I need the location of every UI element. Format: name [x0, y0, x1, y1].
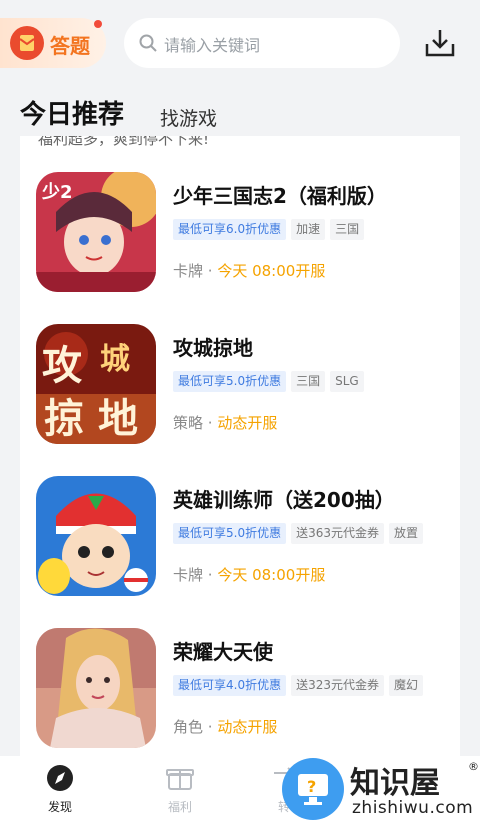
- server-open-time: 今天 08:00开服: [217, 262, 326, 280]
- discount-tag: 最低可享5.0折优惠: [173, 523, 287, 544]
- gift-box-icon: [148, 764, 212, 796]
- game-thumbnail: [36, 628, 156, 748]
- discount-tag: 最低可享5.0折优惠: [173, 371, 287, 392]
- game-genre: 卡牌: [173, 566, 204, 584]
- game-thumbnail: 攻 城 掠 地: [36, 324, 156, 444]
- game-title: 攻城掠地: [173, 336, 253, 360]
- svg-text:城: 城: [100, 342, 130, 377]
- game-tags: 最低可享6.0折优惠 加速 三国: [173, 218, 369, 240]
- game-genre: 卡牌: [173, 262, 204, 280]
- list-intro: 福利超多，爽到停不下来!: [38, 136, 210, 148]
- top-bar: 答题 请输入关键词: [0, 0, 480, 92]
- game-card[interactable]: 少2 少年三国志2（福利版） 最低可享6.0折优惠 加速 三国 卡牌 · 今天 08…: [36, 172, 446, 296]
- tab-find-games[interactable]: 找游戏: [160, 104, 217, 131]
- red-envelope-icon: [10, 26, 44, 60]
- voucher-tag: 送363元代金券: [291, 523, 384, 544]
- svg-text:少2: 少2: [41, 182, 73, 203]
- game-title: 少年三国志2（福利版）: [173, 184, 387, 208]
- discount-tag: 最低可享4.0折优惠: [173, 675, 287, 696]
- category-tag: 三国: [291, 371, 326, 392]
- download-icon[interactable]: [424, 28, 456, 62]
- server-open-time: 动态开服: [217, 718, 278, 736]
- game-title: 荣耀大天使: [173, 640, 273, 664]
- game-tags: 最低可享4.0折优惠 送323元代金券 魔幻: [173, 674, 428, 696]
- game-card[interactable]: 荣耀大天使 最低可享4.0折优惠 送323元代金券 魔幻 角色 · 动态开服: [36, 628, 446, 752]
- game-card[interactable]: 攻 城 掠 地 攻城掠地 最低可享5.0折优惠 三国 SLG 策略 · 动态开服: [36, 324, 446, 448]
- category-tag: SLG: [330, 371, 364, 392]
- category-tag: 魔幻: [389, 675, 424, 696]
- nav-item-welfare[interactable]: 福利: [148, 764, 212, 815]
- svg-text:?: ?: [307, 777, 316, 796]
- voucher-tag: 送323元代金券: [291, 675, 384, 696]
- watermark-logo: ? 知识屋 ® zhishiwu.com: [280, 758, 480, 821]
- watermark-brand: 知识屋: [350, 766, 440, 801]
- server-open-time: 今天 08:00开服: [217, 566, 326, 584]
- tab-today-recommend[interactable]: 今日推荐: [20, 94, 124, 131]
- game-meta: 策略 · 动态开服: [173, 414, 278, 432]
- discount-tag: 最低可享6.0折优惠: [173, 219, 287, 240]
- nav-label: 发现: [47, 800, 72, 814]
- game-list: 福利超多，爽到停不下来! 少2 少年三国志2（福利版） 最低可享6.0折优惠 加速…: [20, 136, 460, 756]
- game-genre: 策略: [173, 414, 204, 432]
- svg-text:攻: 攻: [42, 342, 82, 389]
- tab-bar: 今日推荐 找游戏: [0, 92, 480, 136]
- watermark-url: zhishiwu.com: [352, 798, 474, 818]
- category-tag: 放置: [389, 523, 424, 544]
- game-meta: 角色 · 动态开服: [173, 718, 278, 736]
- search-icon: [138, 33, 158, 57]
- help-monitor-icon: ?: [282, 758, 344, 820]
- nav-label: 福利: [167, 800, 192, 814]
- game-title: 英雄训练师（送200抽）: [173, 488, 395, 512]
- notification-dot: [94, 20, 102, 28]
- server-open-time: 动态开服: [217, 414, 278, 432]
- game-tags: 最低可享5.0折优惠 三国 SLG: [173, 370, 369, 392]
- category-tag: 加速: [291, 219, 326, 240]
- nav-item-discover[interactable]: 发现: [28, 764, 92, 815]
- quiz-entry-button[interactable]: 答题: [0, 18, 106, 68]
- game-meta: 卡牌 · 今天 08:00开服: [173, 262, 326, 280]
- quiz-label: 答题: [50, 34, 90, 58]
- search-placeholder: 请输入关键词: [164, 36, 261, 55]
- svg-text:地: 地: [98, 395, 138, 442]
- game-meta: 卡牌 · 今天 08:00开服: [173, 566, 326, 584]
- game-genre: 角色: [173, 718, 204, 736]
- game-thumbnail: [36, 476, 156, 596]
- game-card[interactable]: 英雄训练师（送200抽） 最低可享5.0折优惠 送363元代金券 放置 卡牌 · 今…: [36, 476, 446, 600]
- game-thumbnail: 少2: [36, 172, 156, 292]
- registered-mark: ®: [468, 760, 479, 773]
- search-input[interactable]: 请输入关键词: [124, 18, 400, 68]
- category-tag: 三国: [330, 219, 365, 240]
- svg-text:掠: 掠: [44, 395, 84, 442]
- game-tags: 最低可享5.0折优惠 送363元代金券 放置: [173, 522, 428, 544]
- compass-icon: [28, 764, 92, 796]
